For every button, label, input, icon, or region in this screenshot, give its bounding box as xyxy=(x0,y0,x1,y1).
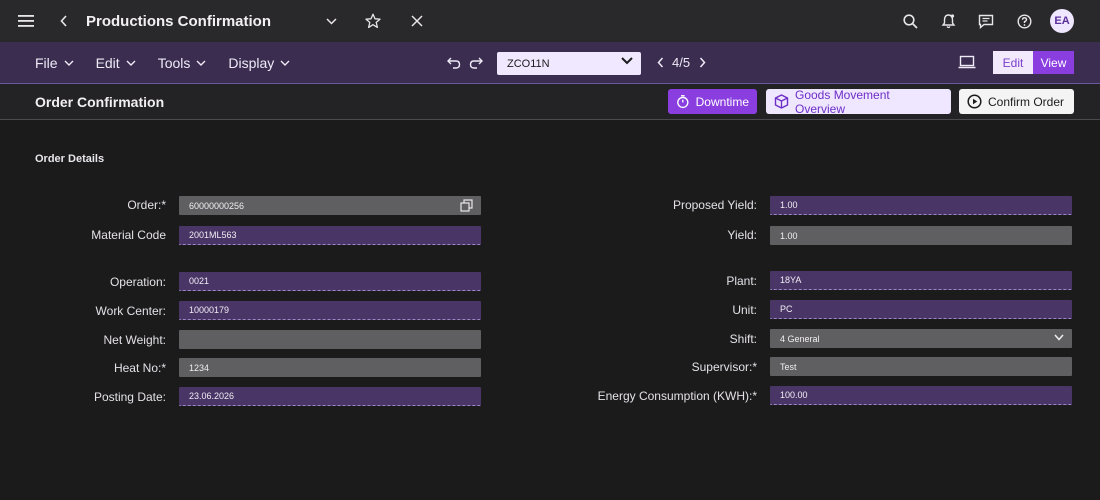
view-toggle-button[interactable]: View xyxy=(1033,51,1074,74)
supervisor-label: Supervisor:* xyxy=(691,360,757,374)
chevron-down-icon xyxy=(64,60,74,66)
unit-value: PC xyxy=(780,304,793,314)
operation-label: Operation: xyxy=(109,275,166,289)
energy-consumption-label: Energy Consumption (KWH):* xyxy=(597,389,757,403)
material-code-label: Material Code xyxy=(91,228,166,242)
plant-value: 18YA xyxy=(780,275,802,285)
posting-date-label: Posting Date: xyxy=(93,390,166,404)
order-label: Order:* xyxy=(127,198,166,212)
plant-input[interactable]: 18YA xyxy=(770,271,1072,290)
unit-label: Unit: xyxy=(732,303,757,317)
close-icon[interactable] xyxy=(405,9,429,33)
heat-no-value: 1234 xyxy=(189,362,210,373)
plant-label: Plant: xyxy=(726,274,757,288)
chevron-down-icon xyxy=(621,57,633,65)
operation-value: 0021 xyxy=(189,276,210,286)
box-icon xyxy=(774,94,789,109)
posting-date-value: 23.06.2026 xyxy=(189,391,235,401)
play-circle-icon xyxy=(967,94,982,109)
supervisor-value: Test xyxy=(780,361,797,372)
net-weight-field[interactable] xyxy=(179,330,481,349)
search-icon[interactable] xyxy=(898,9,922,33)
shell-bar: Productions Confirmation EA xyxy=(0,0,1100,42)
redo-icon[interactable] xyxy=(468,55,484,71)
star-icon[interactable] xyxy=(361,9,385,33)
material-code-input[interactable]: 2001ML563 xyxy=(179,226,481,245)
chevron-right-icon[interactable] xyxy=(696,56,708,70)
order-value: 60000000256 xyxy=(189,200,245,211)
menu-file[interactable]: File xyxy=(35,55,74,71)
order-field[interactable]: 60000000256 xyxy=(179,196,481,215)
avatar[interactable]: EA xyxy=(1050,9,1074,33)
undo-redo-group xyxy=(446,55,484,71)
menu-file-label: File xyxy=(35,55,58,71)
help-icon[interactable] xyxy=(1012,9,1036,33)
posting-date-input[interactable]: 23.06.2026 xyxy=(179,387,481,406)
bell-icon[interactable] xyxy=(936,9,960,33)
work-center-value: 10000179 xyxy=(189,305,230,315)
work-center-input[interactable]: 10000179 xyxy=(179,301,481,320)
section-title: Order Details xyxy=(35,153,105,165)
chevron-left-icon[interactable] xyxy=(52,9,76,33)
supervisor-field[interactable]: Test xyxy=(770,357,1072,376)
copy-icon[interactable] xyxy=(460,199,473,212)
menu-bar: File Edit Tools Display xyxy=(35,42,312,84)
proposed-yield-input[interactable]: 1.00 xyxy=(770,196,1072,215)
menu-edit[interactable]: Edit xyxy=(96,55,136,71)
work-center-label: Work Center: xyxy=(95,304,166,318)
proposed-yield-label: Proposed Yield: xyxy=(672,198,757,212)
app-title: Productions Confirmation xyxy=(86,12,271,30)
chevron-left-icon[interactable] xyxy=(654,56,666,70)
unit-input[interactable]: PC xyxy=(770,300,1072,319)
menu-display[interactable]: Display xyxy=(228,55,290,71)
undo-icon[interactable] xyxy=(446,55,462,71)
transaction-code-value: ZCO11N xyxy=(507,57,550,70)
confirm-order-label: Confirm Order xyxy=(988,94,1065,109)
heat-no-field[interactable]: 1234 xyxy=(179,358,481,377)
edit-view-toggle: Edit View xyxy=(993,51,1074,74)
chevron-down-icon xyxy=(126,60,136,66)
shift-value: 4 General xyxy=(780,333,820,344)
heat-no-label: Heat No:* xyxy=(113,361,166,375)
menu-display-label: Display xyxy=(228,55,275,71)
goods-movement-label: Goods Movement Overview xyxy=(795,87,890,116)
downtime-label: Downtime xyxy=(695,94,749,109)
chevron-down-icon[interactable] xyxy=(319,9,343,33)
stopwatch-icon xyxy=(677,95,689,109)
laptop-icon[interactable] xyxy=(958,55,976,69)
menu-tools-label: Tools xyxy=(157,55,191,71)
hamburger-icon[interactable] xyxy=(14,9,38,33)
message-icon[interactable] xyxy=(974,9,998,33)
shift-label: Shift: xyxy=(729,332,757,346)
pager-text: 4/5 xyxy=(672,55,691,70)
energy-consumption-input[interactable]: 100.00 xyxy=(770,386,1072,405)
net-weight-label: Net Weight: xyxy=(103,333,166,347)
downtime-button[interactable]: Downtime xyxy=(668,89,757,114)
yield-field[interactable]: 1.00 xyxy=(770,226,1072,245)
shift-select[interactable]: 4 General xyxy=(770,329,1072,348)
chevron-down-icon xyxy=(1054,334,1064,341)
material-code-value: 2001ML563 xyxy=(189,230,237,240)
pager: 4/5 xyxy=(654,55,708,70)
chevron-down-icon xyxy=(196,60,206,66)
page-title: Order Confirmation xyxy=(35,94,165,110)
transaction-code-select[interactable]: ZCO11N xyxy=(497,52,641,75)
yield-value: 1.00 xyxy=(780,230,798,241)
proposed-yield-value: 1.00 xyxy=(780,200,798,210)
confirm-order-button[interactable]: Confirm Order xyxy=(959,89,1074,114)
menu-tools[interactable]: Tools xyxy=(158,55,207,71)
operation-input[interactable]: 0021 xyxy=(179,272,481,291)
menu-edit-label: Edit xyxy=(95,55,120,71)
page-header: Order Confirmation Downtime Goods Moveme… xyxy=(0,84,1100,120)
goods-movement-overview-button[interactable]: Goods Movement Overview xyxy=(766,87,951,116)
energy-consumption-value: 100.00 xyxy=(780,390,808,400)
yield-label: Yield: xyxy=(727,228,757,242)
edit-toggle-button[interactable]: Edit xyxy=(993,51,1033,74)
chevron-down-icon xyxy=(280,60,290,66)
